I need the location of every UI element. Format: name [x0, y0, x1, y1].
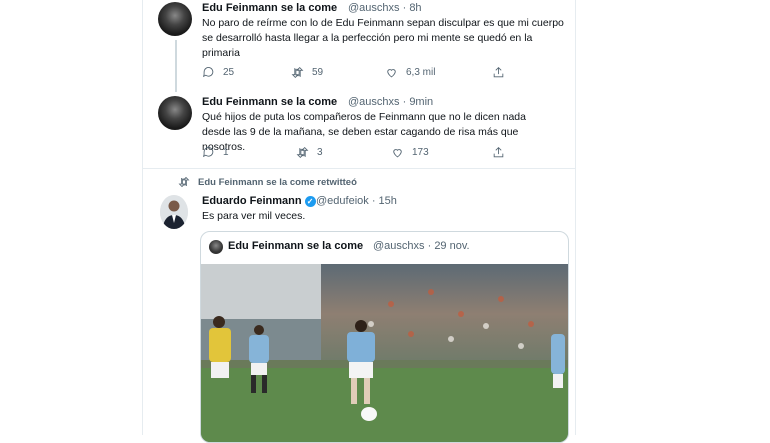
video-frame — [201, 264, 568, 442]
retweet-icon — [296, 147, 309, 158]
like-count: 173 — [412, 147, 429, 158]
reply-count: 25 — [223, 67, 235, 78]
avatar[interactable] — [160, 195, 188, 229]
verified-badge-icon: ✓ — [304, 195, 316, 207]
handle-text[interactable]: @auschxs — [348, 2, 400, 14]
like-button[interactable]: 6,3 mil — [385, 66, 435, 79]
thread-line — [175, 40, 177, 92]
tweet-text: No paro de reírme con lo de Edu Feinmann… — [202, 17, 564, 59]
handle-text[interactable]: @edufeiok — [316, 195, 369, 207]
heart-icon — [387, 69, 396, 78]
avatar[interactable] — [158, 96, 192, 130]
share-button[interactable] — [492, 146, 505, 159]
tweet-author-name[interactable]: Edu Feinmann se la come — [202, 2, 337, 14]
tweet-author-handle[interactable]: @auschxs · 8h — [348, 2, 422, 14]
reply-button[interactable]: 25 — [202, 66, 234, 79]
tweet-author-name[interactable]: Edu Feinmann se la come — [202, 96, 337, 108]
share-icon — [493, 147, 504, 158]
retweet-icon — [178, 176, 190, 188]
like-button[interactable]: 173 — [391, 146, 429, 159]
tweet-time[interactable]: · 8h — [403, 2, 422, 14]
retweet-count: 59 — [312, 67, 324, 78]
reply-icon — [202, 147, 214, 158]
handle-text: @auschxs — [373, 240, 425, 252]
tweet-author-handle[interactable]: @edufeiok · 15h — [316, 195, 397, 207]
quoted-tweet[interactable]: Edu Feinmann se la come @auschxs · 29 no… — [200, 231, 569, 443]
avatar — [209, 240, 223, 254]
quoted-author-name: Edu Feinmann se la come — [228, 240, 364, 252]
tweet-time[interactable]: · 15h — [372, 195, 397, 207]
person-photo — [160, 195, 188, 229]
author-name-text[interactable]: Eduardo Feinmann — [202, 195, 302, 207]
retweet-label[interactable]: Edu Feinmann se la come retwitteó — [198, 177, 357, 188]
retweet-icon — [291, 67, 304, 78]
tweet-text: Es para ver mil veces. — [202, 210, 306, 222]
reply-button[interactable]: 1 — [202, 146, 229, 159]
tweet-author-handle[interactable]: @auschxs · 9min — [348, 96, 433, 108]
reply-icon — [202, 67, 214, 78]
avatar[interactable] — [158, 2, 192, 36]
retweet-context[interactable]: Edu Feinmann se la come retwitteó — [178, 176, 357, 188]
like-count: 6,3 mil — [406, 67, 436, 78]
retweet-button[interactable]: 3 — [296, 146, 323, 159]
handle-text[interactable]: @auschxs — [348, 96, 400, 108]
tweet-author-name[interactable]: Eduardo Feinmann ✓ — [202, 195, 316, 207]
retweet-button[interactable]: 59 — [291, 66, 323, 79]
heart-icon — [393, 149, 402, 158]
video-player[interactable] — [201, 264, 568, 442]
reply-count: 1 — [223, 147, 229, 158]
tweet-time[interactable]: · 9min — [403, 96, 434, 108]
quoted-author-handle: @auschxs · 29 nov. — [373, 240, 470, 252]
divider — [142, 168, 576, 169]
share-icon — [493, 67, 504, 78]
tweet-time: · 29 nov. — [427, 240, 470, 252]
share-button[interactable] — [492, 66, 505, 79]
retweet-count: 3 — [317, 147, 323, 158]
